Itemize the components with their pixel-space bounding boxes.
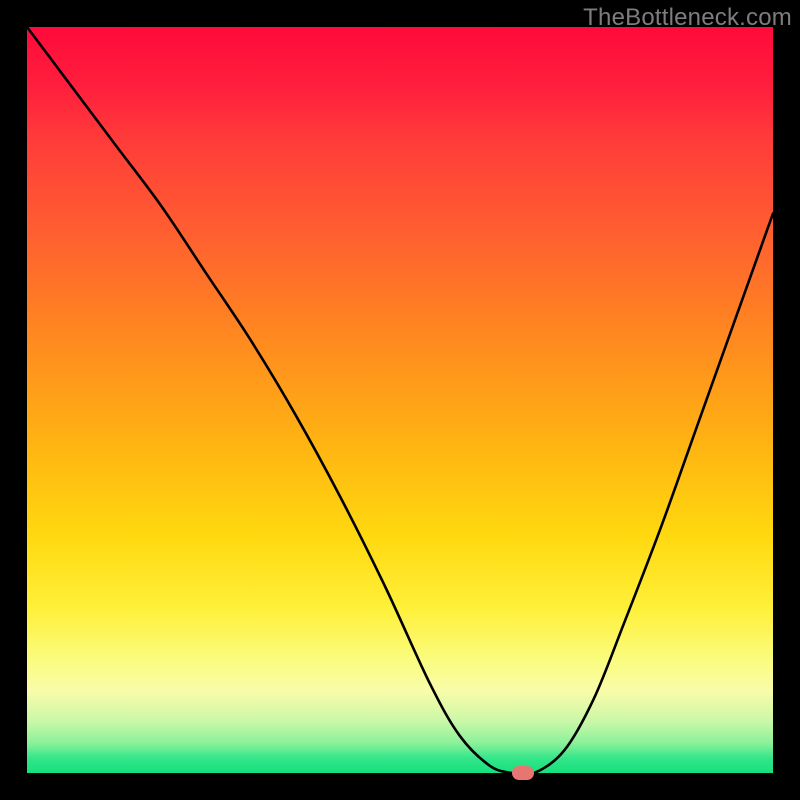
chart-frame: TheBottleneck.com [0,0,800,800]
bottleneck-curve [27,27,773,773]
chart-plot-area [27,27,773,773]
optimal-marker [512,766,534,780]
watermark-text: TheBottleneck.com [583,4,792,32]
